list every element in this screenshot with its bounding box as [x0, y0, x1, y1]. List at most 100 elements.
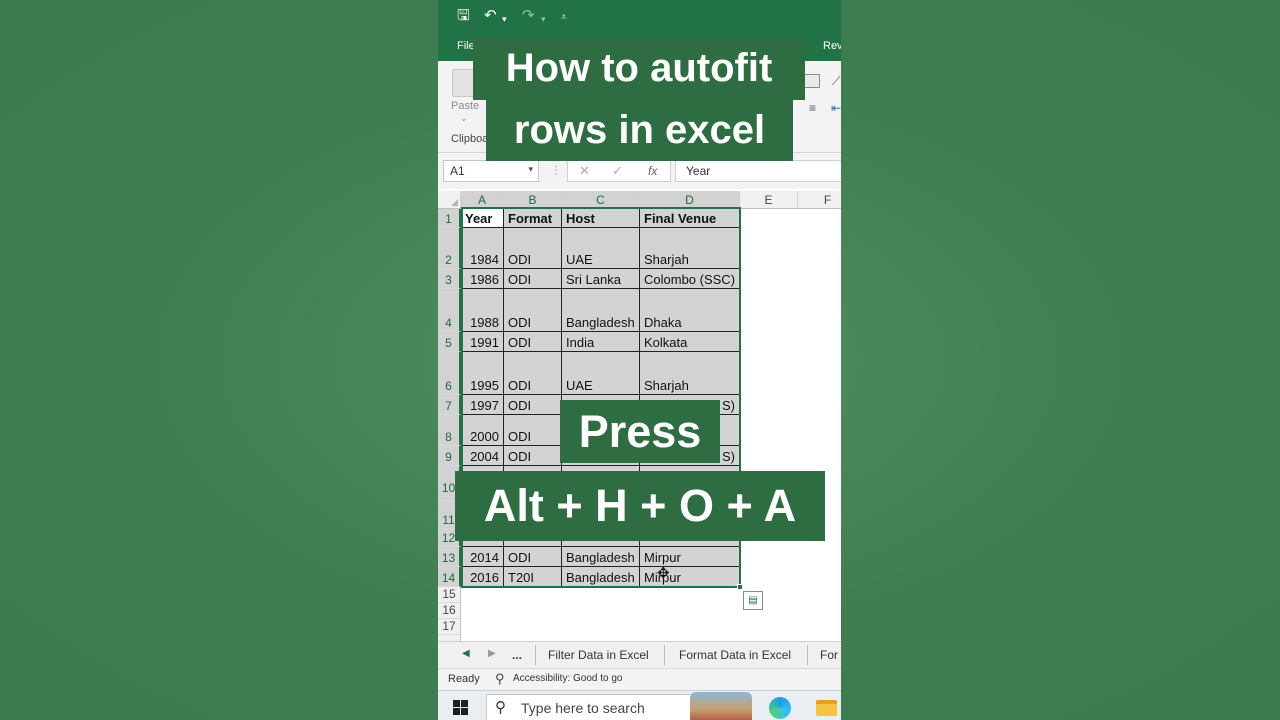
row-header-4[interactable]: 4	[438, 289, 461, 332]
row-header-6[interactable]: 6	[438, 352, 461, 395]
header-cell-format[interactable]: Format	[504, 209, 562, 228]
cell-year[interactable]: 2004	[461, 446, 504, 466]
cell-host[interactable]: UAE	[562, 228, 640, 269]
column-header-f[interactable]: F	[798, 191, 841, 209]
row-header-3[interactable]: 3	[438, 269, 461, 289]
search-highlight-image[interactable]	[690, 692, 752, 720]
paste-dropdown-icon[interactable]: ⌄	[460, 113, 468, 124]
row-header-15[interactable]: 15	[438, 587, 461, 603]
cell-final-venue[interactable]: Kolkata	[640, 332, 740, 352]
cell-final-venue[interactable]: Sharjah	[640, 352, 740, 395]
cell-format[interactable]: ODI	[504, 395, 562, 415]
row-header-17[interactable]: 17	[438, 619, 461, 635]
cell-final-venue[interactable]: Sharjah	[640, 228, 740, 269]
tab-format-data[interactable]: Format Data in Excel	[679, 648, 791, 662]
tab-filter-data[interactable]: Filter Data in Excel	[548, 648, 649, 662]
row-header-2[interactable]: 2	[438, 228, 461, 269]
cell-final-venue[interactable]: Dhaka	[640, 289, 740, 332]
formula-buttons: ✕ ✓ fx	[567, 160, 671, 182]
cell-format[interactable]: ODI	[504, 289, 562, 332]
cell-host[interactable]: Bangladesh	[562, 289, 640, 332]
accessibility-status[interactable]: Accessibility: Good to go	[513, 673, 623, 684]
indent-icon[interactable]: ⇤	[831, 101, 841, 115]
chevron-down-icon[interactable]: ▾	[528, 164, 533, 175]
insert-function-icon[interactable]: fx	[648, 164, 657, 178]
cell-year[interactable]: 2016	[461, 567, 504, 587]
cell-year[interactable]: 1991	[461, 332, 504, 352]
cell-final-venue[interactable]: Mirpur	[640, 567, 740, 587]
scroll-right-icon[interactable]: ▶	[488, 648, 496, 659]
table-header-row: Year Format Host Final Venue	[461, 209, 740, 228]
tab-review[interactable]: Rev	[823, 40, 841, 52]
cell-format[interactable]: ODI	[504, 446, 562, 466]
overlay-title-line-2: rows in excel	[486, 100, 793, 161]
cell-year[interactable]: 2000	[461, 415, 504, 446]
cell-host[interactable]: India	[562, 332, 640, 352]
align-icon[interactable]: ≡	[809, 101, 816, 115]
header-cell-host[interactable]: Host	[562, 209, 640, 228]
cell-final-venue[interactable]: Mirpur	[640, 547, 740, 567]
row-header-9[interactable]: 9	[438, 446, 461, 466]
name-box[interactable]: A1 ▾	[443, 160, 539, 182]
tab-next-sheet[interactable]: For	[820, 648, 838, 662]
edge-browser-icon[interactable]	[769, 697, 791, 719]
format-icon[interactable]	[804, 74, 820, 88]
redo-dropdown-icon[interactable]: ▾	[541, 10, 546, 28]
cell-format[interactable]: ODI	[504, 352, 562, 395]
scroll-left-icon[interactable]: ◀	[462, 648, 470, 659]
accessibility-icon[interactable]: ⚲	[495, 671, 505, 687]
cell-final-venue[interactable]: Colombo (SSC)	[640, 269, 740, 289]
redo-icon[interactable]: ↷	[522, 7, 535, 25]
quick-analysis-icon[interactable]: ▤	[743, 591, 763, 610]
select-all-icon[interactable]	[451, 199, 458, 206]
cell-format[interactable]: ODI	[504, 269, 562, 289]
enter-icon[interactable]: ✓	[612, 163, 623, 179]
column-header-e[interactable]: E	[740, 191, 798, 209]
column-header-a[interactable]: A	[461, 191, 504, 209]
cell-year[interactable]: 1984	[461, 228, 504, 269]
column-header-c[interactable]: C	[562, 191, 640, 209]
table-row: 1984 ODI UAE Sharjah	[461, 228, 740, 269]
row-header-7[interactable]: 7	[438, 395, 461, 415]
file-explorer-icon[interactable]	[816, 700, 837, 716]
customize-toolbar-icon[interactable]: ⩡	[561, 9, 567, 27]
undo-icon[interactable]: ↶	[484, 7, 497, 25]
orientation-icon[interactable]: ⟋	[832, 74, 840, 89]
table-row: 1986 ODI Sri Lanka Colombo (SSC)	[461, 269, 740, 289]
row-header-1[interactable]: 1	[438, 209, 461, 228]
row-header-8[interactable]: 8	[438, 415, 461, 446]
cell-format[interactable]: ODI	[504, 415, 562, 446]
cell-format[interactable]: T20I	[504, 567, 562, 587]
row-header-14[interactable]: 14	[438, 567, 461, 587]
save-icon[interactable]: 🖫	[457, 7, 470, 25]
cell-year[interactable]: 1988	[461, 289, 504, 332]
cancel-icon[interactable]: ✕	[579, 163, 590, 179]
row-header-16[interactable]: 16	[438, 603, 461, 619]
sheet-tab-bar: ◀ ▶ ... Filter Data in Excel Format Data…	[438, 641, 841, 668]
fill-handle[interactable]	[737, 584, 743, 590]
cell-year[interactable]: 2014	[461, 547, 504, 567]
cell-year[interactable]: 1997	[461, 395, 504, 415]
row-header-5[interactable]: 5	[438, 332, 461, 352]
more-sheets-button[interactable]: ...	[512, 648, 522, 662]
formula-input[interactable]: Year	[675, 160, 841, 182]
cell-format[interactable]: ODI	[504, 228, 562, 269]
cell-host[interactable]: UAE	[562, 352, 640, 395]
column-header-b[interactable]: B	[504, 191, 562, 209]
taskbar-search-input[interactable]: ⚲ Type here to search	[486, 694, 702, 720]
select-all-corner[interactable]	[438, 191, 461, 209]
undo-dropdown-icon[interactable]: ▾	[502, 10, 507, 28]
header-cell-final-venue[interactable]: Final Venue	[640, 209, 740, 228]
cell-year[interactable]: 1995	[461, 352, 504, 395]
cell-host[interactable]: Bangladesh	[562, 567, 640, 587]
column-header-d[interactable]: D	[640, 191, 740, 209]
cell-year[interactable]: 1986	[461, 269, 504, 289]
cell-format[interactable]: ODI	[504, 332, 562, 352]
cell-format[interactable]: ODI	[504, 547, 562, 567]
windows-start-icon[interactable]	[453, 700, 468, 715]
paste-label[interactable]: Paste	[451, 100, 479, 112]
row-header-13[interactable]: 13	[438, 547, 461, 567]
header-cell-year[interactable]: Year	[461, 209, 504, 228]
cell-host[interactable]: Bangladesh	[562, 547, 640, 567]
cell-host[interactable]: Sri Lanka	[562, 269, 640, 289]
